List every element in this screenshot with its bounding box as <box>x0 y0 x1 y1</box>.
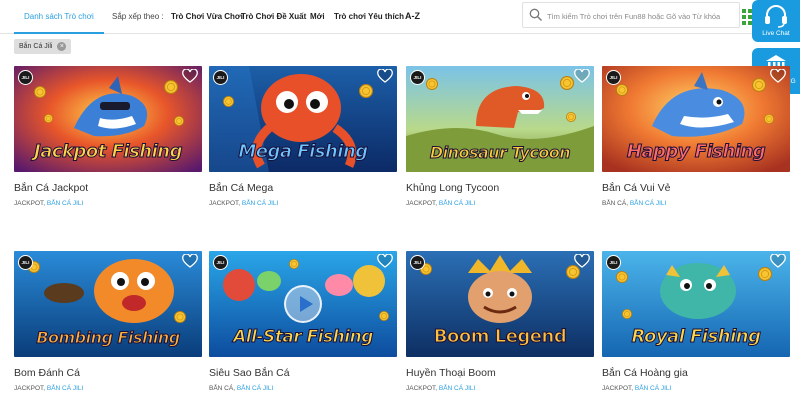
tag-category[interactable]: JACKPOT, <box>602 385 633 392</box>
jili-badge: JILI <box>410 70 425 85</box>
game-card-mega-fishing[interactable]: JILI Mega Fishing Bắn Cá Mega JACKPOT, B… <box>209 66 397 207</box>
search-box <box>522 2 740 28</box>
game-tags: JACKPOT, BẮN CÁ JILI <box>14 385 202 392</box>
game-tags: JACKPOT, BẮN CÁ JILI <box>406 385 594 392</box>
game-thumbnail[interactable]: JILI Royal Fishing <box>602 251 790 357</box>
headset-icon <box>765 5 787 28</box>
game-logo: Boom Legend <box>433 326 567 348</box>
tag-category[interactable]: JACKPOT, <box>14 200 45 207</box>
tag-category[interactable]: JACKPOT, <box>406 385 437 392</box>
heart-icon[interactable] <box>574 254 590 268</box>
sort-label: Sắp xếp theo : <box>112 12 164 21</box>
game-thumbnail[interactable]: JILI Dinosaur Tycoon <box>406 66 594 172</box>
game-title[interactable]: Bom Đánh Cá <box>14 367 202 379</box>
game-title[interactable]: Siêu Sao Bắn Cá <box>209 367 397 379</box>
sort-favorites[interactable]: Trò chơi Yêu thích <box>334 12 404 21</box>
game-logo: Mega Fishing <box>238 141 369 163</box>
jili-badge: JILI <box>606 255 621 270</box>
heart-icon[interactable] <box>182 69 198 83</box>
close-icon[interactable]: × <box>57 42 67 51</box>
game-logo: Royal Fishing <box>631 326 762 348</box>
game-thumbnail[interactable]: JILI Boom Legend <box>406 251 594 357</box>
game-card-happy-fishing[interactable]: JILI Happy Fishing Bắn Cá Vui Vẻ BẮN CÁ,… <box>602 66 790 207</box>
tag-category[interactable]: BẮN CÁ, <box>209 385 235 392</box>
jili-badge: JILI <box>213 255 228 270</box>
search-input[interactable] <box>547 8 737 24</box>
sort-recently-played[interactable]: Trò Chơi Vừa Chơi <box>171 12 243 21</box>
game-card-dinosaur-tycoon[interactable]: JILI Dinosaur Tycoon Khủng Long Tycoon J… <box>406 66 594 207</box>
sort-a-z[interactable]: A-Z <box>405 11 420 21</box>
tag-provider[interactable]: BẮN CÁ JILI <box>439 200 475 207</box>
game-tags: BẮN CÁ, BẮN CÁ JILI <box>602 200 790 207</box>
live-chat-button[interactable]: Live Chat <box>752 0 800 42</box>
game-card-boom-legend[interactable]: JILI Boom Legend Huyền Thoại Boom JACKPO… <box>406 251 594 392</box>
sort-new[interactable]: Mới <box>310 12 325 21</box>
game-title[interactable]: Bắn Cá Vui Vẻ <box>602 182 790 194</box>
game-card-all-star-fishing[interactable]: JILI All-Star Fishing Siêu Sao Bắn Cá BẮ… <box>209 251 397 392</box>
top-bar: Danh sách Trò chơi Sắp xếp theo : Trò Ch… <box>0 0 800 34</box>
live-chat-label: Live Chat <box>762 30 790 37</box>
game-thumbnail[interactable]: JILI Mega Fishing <box>209 66 397 172</box>
heart-icon[interactable] <box>770 69 786 83</box>
jili-badge: JILI <box>18 255 33 270</box>
game-tags: JACKPOT, BẮN CÁ JILI <box>14 200 202 207</box>
tag-provider[interactable]: BẮN CÁ JILI <box>635 385 671 392</box>
tag-provider[interactable]: BẮN CÁ JILI <box>47 200 83 207</box>
game-card-bombing-fishing[interactable]: JILI Bombing Fishing Bom Đánh Cá JACKPOT… <box>14 251 202 392</box>
game-thumbnail[interactable]: JILI Jackpot Fishing <box>14 66 202 172</box>
game-logo: Bombing Fishing <box>36 328 181 348</box>
game-thumbnail[interactable]: JILI All-Star Fishing <box>209 251 397 357</box>
tag-category[interactable]: JACKPOT, <box>209 200 240 207</box>
heart-icon[interactable] <box>574 69 590 83</box>
tag-provider[interactable]: BẮN CÁ JILI <box>237 385 273 392</box>
tag-provider[interactable]: BẮN CÁ JILI <box>439 385 475 392</box>
game-thumbnail[interactable]: JILI Happy Fishing <box>602 66 790 172</box>
tab-game-list[interactable]: Danh sách Trò chơi <box>14 0 104 34</box>
heart-icon[interactable] <box>377 254 393 268</box>
game-title[interactable]: Khủng Long Tycoon <box>406 182 594 194</box>
search-icon[interactable] <box>529 8 543 22</box>
game-logo: Happy Fishing <box>626 141 766 163</box>
game-tags: BẮN CÁ, BẮN CÁ JILI <box>209 385 397 392</box>
tag-category[interactable]: BẮN CÁ, <box>602 200 628 207</box>
jili-badge: JILI <box>213 70 228 85</box>
jili-badge: JILI <box>410 255 425 270</box>
heart-icon[interactable] <box>770 254 786 268</box>
game-title[interactable]: Bắn Cá Jackpot <box>14 182 202 194</box>
tag-category[interactable]: JACKPOT, <box>406 200 437 207</box>
tag-provider[interactable]: BẮN CÁ JILI <box>47 385 83 392</box>
tag-category[interactable]: JACKPOT, <box>14 385 45 392</box>
sort-recommended[interactable]: Trò Chơi Đề Xuất <box>241 12 306 21</box>
grid-view-icon[interactable] <box>742 9 752 25</box>
game-logo: All-Star Fishing <box>233 327 374 348</box>
jili-badge: JILI <box>18 70 33 85</box>
play-video-button[interactable] <box>284 285 322 323</box>
game-card-jackpot-fishing[interactable]: JILI Jackpot Fishing Bắn Cá Jackpot JACK… <box>14 66 202 207</box>
filter-chip-label: Bắn Cá Jili <box>19 43 53 50</box>
jili-badge: JILI <box>606 70 621 85</box>
game-tags: JACKPOT, BẮN CÁ JILI <box>602 385 790 392</box>
game-title[interactable]: Bắn Cá Mega <box>209 182 397 194</box>
game-logo: Jackpot Fishing <box>34 141 183 163</box>
heart-icon[interactable] <box>377 69 393 83</box>
game-tags: JACKPOT, BẮN CÁ JILI <box>406 200 594 207</box>
tag-provider[interactable]: BẮN CÁ JILI <box>242 200 278 207</box>
tag-provider[interactable]: BẮN CÁ JILI <box>630 200 666 207</box>
game-title[interactable]: Bắn Cá Hoàng gia <box>602 367 790 379</box>
game-title[interactable]: Huyền Thoại Boom <box>406 367 594 379</box>
game-logo: Dinosaur Tycoon <box>429 143 571 163</box>
game-tags: JACKPOT, BẮN CÁ JILI <box>209 200 397 207</box>
game-thumbnail[interactable]: JILI Bombing Fishing <box>14 251 202 357</box>
heart-icon[interactable] <box>182 254 198 268</box>
game-card-royal-fishing[interactable]: JILI Royal Fishing Bắn Cá Hoàng gia JACK… <box>602 251 790 392</box>
filter-chip[interactable]: Bắn Cá Jili × <box>14 39 72 54</box>
